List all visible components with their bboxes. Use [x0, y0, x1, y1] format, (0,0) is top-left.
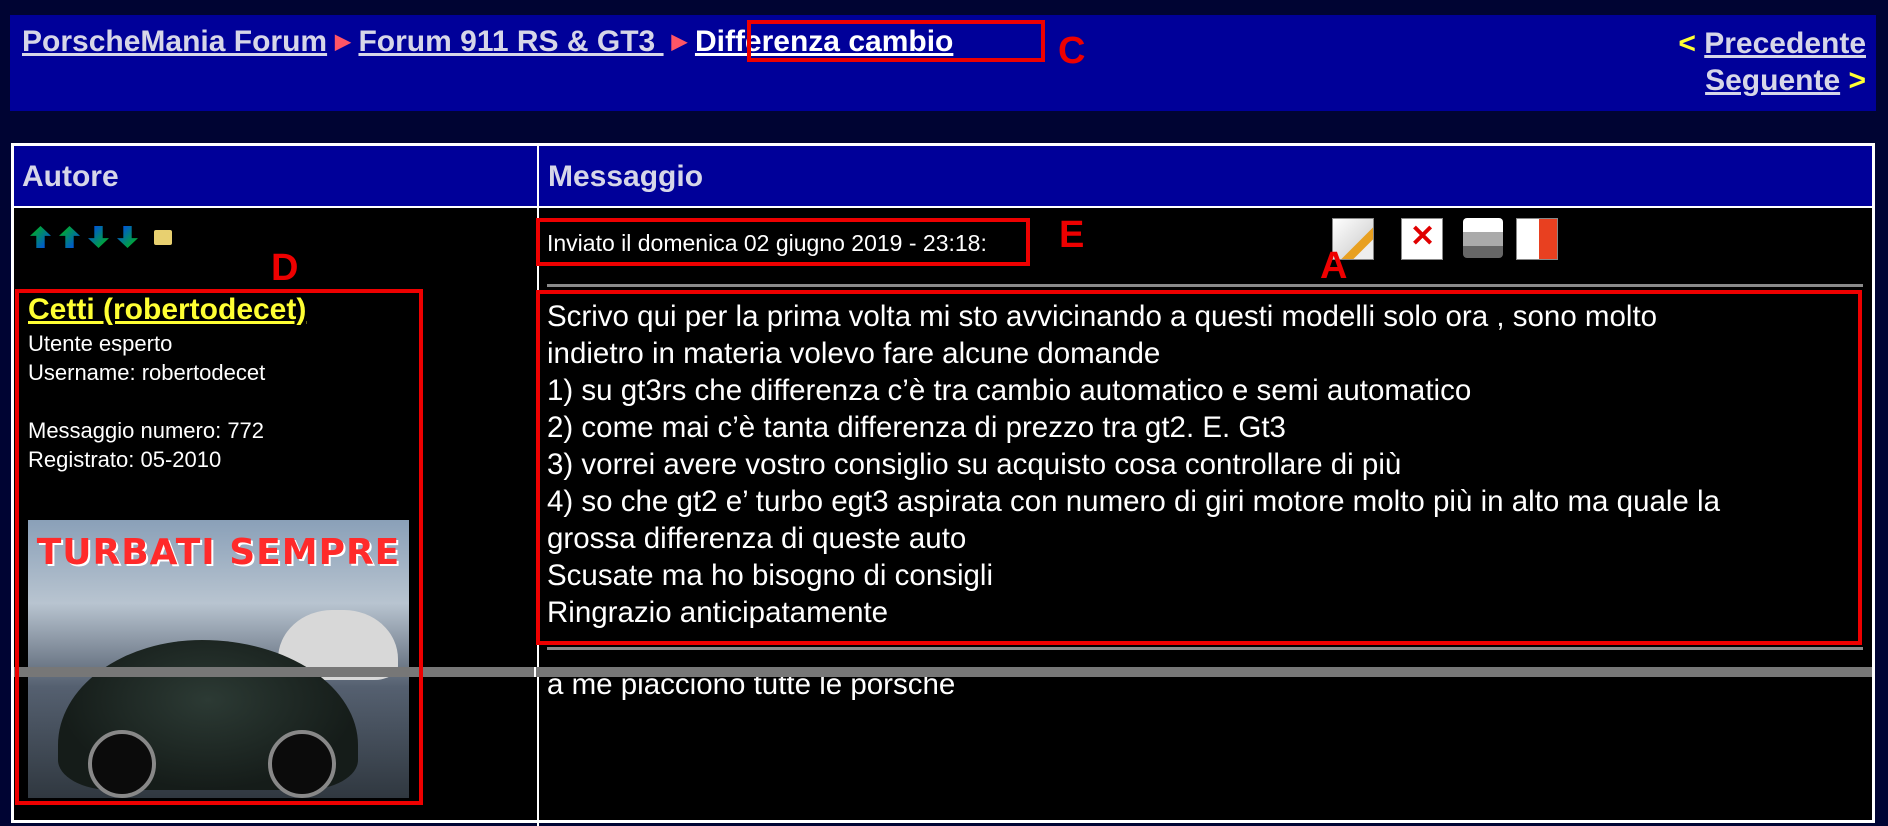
column-divider — [534, 667, 536, 677]
next-topic-link[interactable]: Seguente — [1705, 64, 1840, 97]
breadcrumb-arrow-icon: ▶ — [671, 31, 687, 53]
author-action-icons — [30, 226, 172, 248]
table-header: Autore Messaggio — [14, 146, 1872, 208]
print-icon[interactable] — [1463, 218, 1503, 258]
previous-topic-link[interactable]: Precedente — [1704, 27, 1866, 60]
arrow-up-icon[interactable] — [30, 226, 51, 248]
arrow-down-icon[interactable] — [88, 226, 109, 248]
reply-icon[interactable] — [1516, 218, 1558, 260]
breadcrumb-forum-home[interactable]: PorscheMania Forum — [22, 25, 327, 58]
annotation-label-e: E — [1059, 214, 1085, 256]
signature-divider — [547, 647, 1863, 650]
annotation-box-a — [536, 290, 1862, 645]
column-divider — [537, 146, 539, 206]
chevron-right-icon: > — [1848, 64, 1866, 97]
annotation-label-d: D — [271, 247, 299, 289]
message-column-header: Messaggio — [548, 160, 704, 193]
arrow-down-icon[interactable] — [117, 226, 138, 248]
post-divider — [547, 284, 1863, 287]
breadcrumb-arrow-icon: ▶ — [335, 31, 351, 53]
chevron-left-icon: < — [1678, 27, 1696, 60]
delete-icon[interactable] — [1401, 218, 1443, 260]
annotation-box-e — [536, 218, 1030, 266]
author-column-header: Autore — [22, 160, 119, 193]
arrow-up-icon[interactable] — [59, 226, 80, 248]
topic-pagination: < Precedente Seguente > — [1678, 25, 1866, 99]
annotation-box-d — [15, 289, 423, 805]
annotation-label-c: C — [1058, 30, 1086, 72]
profile-card-icon[interactable] — [154, 230, 172, 245]
annotation-label-a: A — [1320, 245, 1348, 287]
breadcrumb-forum-section[interactable]: Forum 911 RS & GT3 — [358, 25, 663, 58]
annotation-box-c — [747, 20, 1045, 62]
